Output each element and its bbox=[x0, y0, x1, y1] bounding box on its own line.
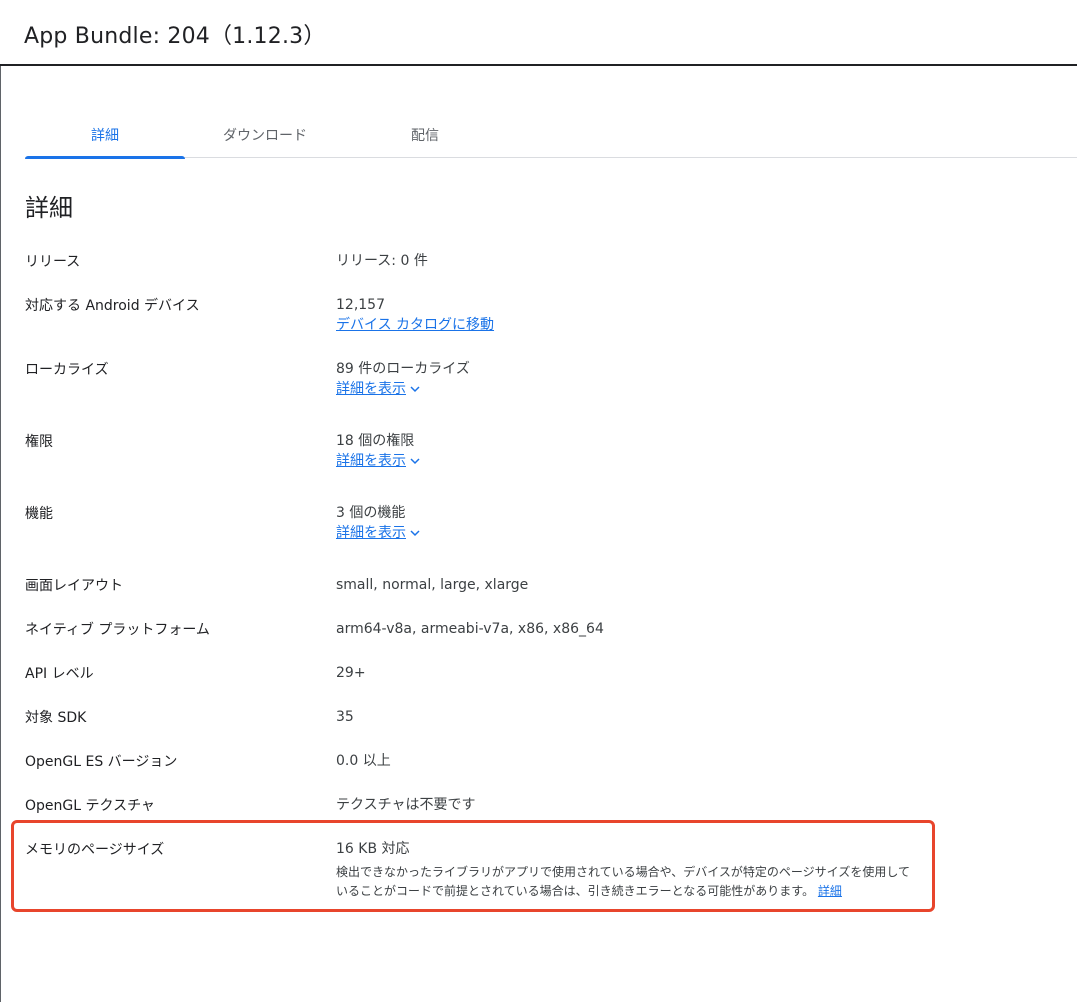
localize-show-details[interactable]: 詳細を表示 bbox=[336, 379, 421, 399]
tab-download[interactable]: ダウンロード bbox=[185, 122, 345, 158]
api-level-value: 29+ bbox=[336, 665, 366, 681]
devices-label: 対応する Android デバイス bbox=[25, 298, 200, 314]
release-label: リリース bbox=[25, 254, 81, 270]
features-show-details[interactable]: 詳細を表示 bbox=[336, 523, 421, 543]
target-sdk-label: 対象 SDK bbox=[25, 710, 87, 726]
screen-layout-label: 画面レイアウト bbox=[25, 578, 123, 594]
permissions-value-block: 18 個の権限 詳細を表示 bbox=[336, 431, 421, 471]
chevron-down-icon bbox=[410, 458, 420, 465]
native-platform-label: ネイティブ プラットフォーム bbox=[25, 622, 210, 638]
device-catalog-link[interactable]: デバイス カタログに移動 bbox=[336, 315, 494, 335]
devices-count: 12,157 bbox=[336, 297, 385, 313]
memory-page-size-label: メモリのページサイズ bbox=[25, 842, 165, 858]
tab-bar: 詳細 ダウンロード 配信 bbox=[25, 122, 1077, 159]
localize-count: 89 件のローカライズ bbox=[336, 361, 470, 377]
opengl-version-value: 0.0 以上 bbox=[336, 753, 391, 769]
native-platform-value: arm64-v8a, armeabi-v7a, x86, x86_64 bbox=[336, 621, 604, 637]
localize-label: ローカライズ bbox=[25, 362, 109, 378]
opengl-texture-value: テクスチャは不要です bbox=[336, 797, 476, 813]
permissions-show-details[interactable]: 詳細を表示 bbox=[336, 451, 421, 471]
localize-show-details-link[interactable]: 詳細を表示 bbox=[336, 379, 406, 399]
window-header: App Bundle: 204（1.12.3） bbox=[0, 0, 1077, 66]
opengl-texture-label: OpenGL テクスチャ bbox=[25, 798, 155, 814]
features-label: 機能 bbox=[25, 506, 53, 522]
api-level-label: API レベル bbox=[25, 666, 94, 682]
permissions-show-details-link[interactable]: 詳細を表示 bbox=[336, 451, 406, 471]
features-show-details-link[interactable]: 詳細を表示 bbox=[336, 523, 406, 543]
tab-delivery[interactable]: 配信 bbox=[345, 122, 505, 158]
screen-layout-value: small, normal, large, xlarge bbox=[336, 577, 529, 593]
target-sdk-value: 35 bbox=[336, 709, 354, 725]
memory-page-size-note: 検出できなかったライブラリがアプリで使用されている場合や、デバイスが特定のページ… bbox=[336, 863, 916, 901]
memory-page-size-value: 16 KB 対応 bbox=[336, 841, 410, 857]
section-title: 詳細 bbox=[25, 194, 73, 222]
chevron-down-icon bbox=[410, 530, 420, 537]
devices-value-block: 12,157 デバイス カタログに移動 bbox=[336, 295, 494, 335]
release-value: リリース: 0 件 bbox=[336, 253, 428, 269]
chevron-down-icon bbox=[410, 386, 420, 393]
memory-page-size-value-block: 16 KB 対応 検出できなかったライブラリがアプリで使用されている場合や、デバ… bbox=[336, 839, 916, 901]
localize-value-block: 89 件のローカライズ 詳細を表示 bbox=[336, 359, 470, 399]
features-count: 3 個の機能 bbox=[336, 505, 406, 521]
features-value-block: 3 個の機能 詳細を表示 bbox=[336, 503, 421, 543]
main-content: 詳細 ダウンロード 配信 詳細 リリース リリース: 0 件 対応する Andr… bbox=[0, 66, 1077, 1002]
memory-page-size-learn-more-link[interactable]: 詳細 bbox=[818, 884, 842, 898]
opengl-version-label: OpenGL ES バージョン bbox=[25, 754, 178, 770]
tab-details[interactable]: 詳細 bbox=[25, 122, 185, 159]
permissions-label: 権限 bbox=[25, 434, 53, 450]
page-title: App Bundle: 204（1.12.3） bbox=[24, 24, 326, 49]
permissions-count: 18 個の権限 bbox=[336, 433, 415, 449]
